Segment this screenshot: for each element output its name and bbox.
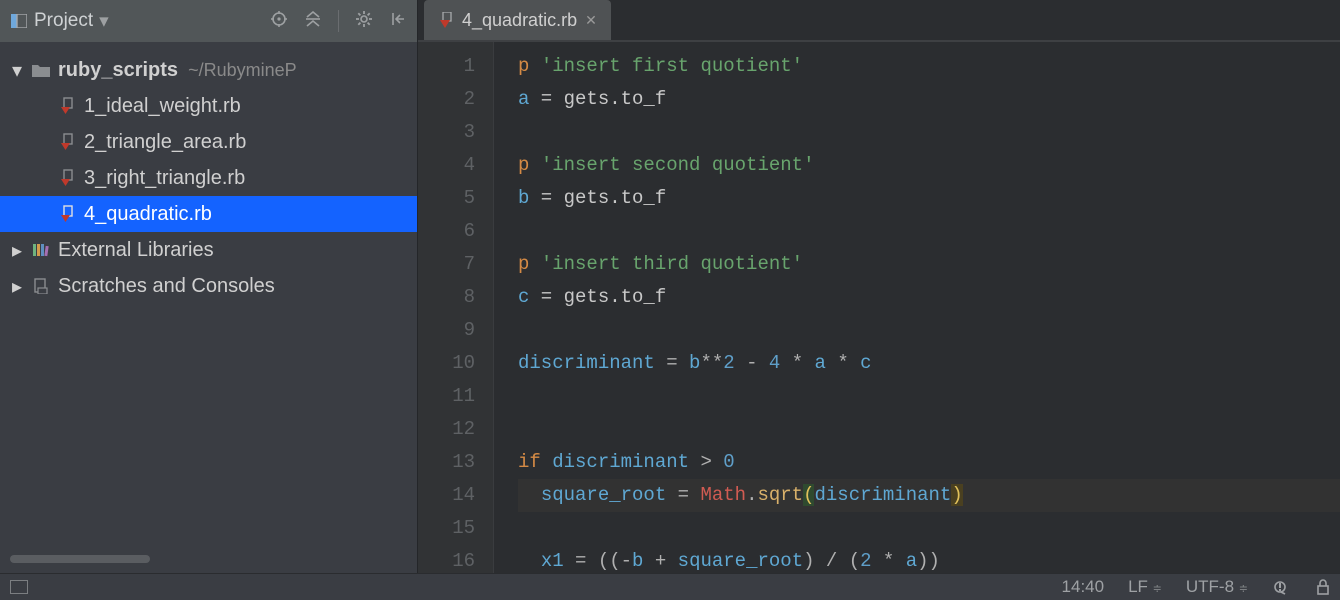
gear-icon[interactable] xyxy=(355,10,373,28)
tree-file-label: 1_ideal_weight.rb xyxy=(84,95,241,118)
close-icon[interactable]: ✕ xyxy=(585,12,597,29)
collapse-all-icon[interactable] xyxy=(304,10,322,28)
libraries-icon xyxy=(30,242,52,258)
tree-root-path: ~/RubymineP xyxy=(188,60,297,81)
chevron-down-icon: ▾ xyxy=(99,10,109,33)
code-line xyxy=(518,512,1340,545)
project-tool-icon xyxy=(10,12,28,30)
tools-divider xyxy=(338,10,339,32)
ruby-file-icon xyxy=(56,169,78,187)
code-line: a = gets.to_f xyxy=(518,83,1340,116)
chevron-right-icon: ▸ xyxy=(10,274,24,299)
project-panel-title: Project xyxy=(34,10,93,32)
tool-window-quick-access-icon[interactable] xyxy=(10,580,28,594)
line-number: 4 xyxy=(418,149,475,182)
code-line xyxy=(518,380,1340,413)
line-number: 9 xyxy=(418,314,475,347)
tree-root-label: ruby_scripts xyxy=(58,59,178,82)
code-line: if discriminant > 0 xyxy=(518,446,1340,479)
tree-file-label: 2_triangle_area.rb xyxy=(84,131,246,154)
status-bar: 14:40 LF ≑ UTF-8 ≑ xyxy=(0,573,1340,600)
project-panel: Project ▾ ▾ ruby_scripts ~/RubymineP xyxy=(0,0,418,573)
status-bar-right: 14:40 LF ≑ UTF-8 ≑ xyxy=(1062,577,1330,597)
folder-icon xyxy=(30,63,52,77)
tree-file-selected[interactable]: 4_quadratic.rb xyxy=(0,196,417,232)
code-line: b = gets.to_f xyxy=(518,182,1340,215)
code-line: c = gets.to_f xyxy=(518,281,1340,314)
line-number: 2 xyxy=(418,83,475,116)
project-view-selector[interactable]: Project ▾ xyxy=(10,10,109,33)
locate-icon[interactable] xyxy=(270,10,288,28)
chevron-right-icon: ▸ xyxy=(10,238,24,263)
code-line-current: square_root = Math.sqrt(discriminant) xyxy=(518,479,1340,512)
tree-file[interactable]: 2_triangle_area.rb xyxy=(0,124,417,160)
file-encoding[interactable]: UTF-8 ≑ xyxy=(1186,577,1248,597)
line-number: 11 xyxy=(418,380,475,413)
tree-file[interactable]: 1_ideal_weight.rb xyxy=(0,88,417,124)
line-number: 7 xyxy=(418,248,475,281)
ruby-file-icon xyxy=(56,97,78,115)
code-line xyxy=(518,413,1340,446)
editor-gutter[interactable]: 1 2 3 4 5 6 7 8 9 10 11 12 13 14 15 16 xyxy=(418,42,494,573)
ruby-file-icon xyxy=(56,205,78,223)
hide-panel-icon[interactable] xyxy=(389,10,407,28)
ruby-file-icon xyxy=(56,133,78,151)
tree-file-label: 4_quadratic.rb xyxy=(84,203,212,226)
horizontal-scrollbar[interactable] xyxy=(10,555,150,563)
line-number: 15 xyxy=(418,512,475,545)
code-line: p 'insert first quotient' xyxy=(518,50,1340,83)
tree-scratches[interactable]: ▸ Scratches and Consoles xyxy=(0,268,417,304)
line-number: 3 xyxy=(418,116,475,149)
code-line: p 'insert third quotient' xyxy=(518,248,1340,281)
editor-tab-active[interactable]: 4_quadratic.rb ✕ xyxy=(424,0,611,40)
code-line: discriminant = b**2 - 4 * a * c xyxy=(518,347,1340,380)
tree-scratches-label: Scratches and Consoles xyxy=(58,275,275,298)
line-number: 16 xyxy=(418,545,475,578)
read-only-lock-icon[interactable] xyxy=(1316,579,1330,595)
line-number: 5 xyxy=(418,182,475,215)
editor-code[interactable]: p 'insert first quotient' a = gets.to_f … xyxy=(494,42,1340,573)
ruby-file-icon xyxy=(438,12,454,28)
code-line xyxy=(518,116,1340,149)
main-row: Project ▾ ▾ ruby_scripts ~/RubymineP xyxy=(0,0,1340,573)
code-line xyxy=(518,314,1340,347)
chevron-down-icon: ▾ xyxy=(10,58,24,83)
code-line: x1 = ((-b + square_root) / (2 * a)) xyxy=(518,545,1340,573)
editor-tabbar: 4_quadratic.rb ✕ xyxy=(418,0,1340,42)
project-panel-tools xyxy=(270,10,407,32)
line-number: 14 xyxy=(418,479,475,512)
code-line: p 'insert second quotient' xyxy=(518,149,1340,182)
tree-external-libs[interactable]: ▸ External Libraries xyxy=(0,232,417,268)
caret-position[interactable]: 14:40 xyxy=(1062,577,1105,597)
line-number: 6 xyxy=(418,215,475,248)
line-number: 1 xyxy=(418,50,475,83)
editor-area: 4_quadratic.rb ✕ 1 2 3 4 5 6 7 8 9 10 11… xyxy=(418,0,1340,573)
line-number: 12 xyxy=(418,413,475,446)
tree-file[interactable]: 3_right_triangle.rb xyxy=(0,160,417,196)
tree-file-label: 3_right_triangle.rb xyxy=(84,167,245,190)
inspections-icon[interactable] xyxy=(1272,579,1292,595)
line-number: 13 xyxy=(418,446,475,479)
tree-root[interactable]: ▾ ruby_scripts ~/RubymineP xyxy=(0,52,417,88)
line-number: 10 xyxy=(418,347,475,380)
project-tree[interactable]: ▾ ruby_scripts ~/RubymineP 1_ideal_weigh… xyxy=(0,42,417,573)
project-panel-header: Project ▾ xyxy=(0,0,417,42)
editor-tab-label: 4_quadratic.rb xyxy=(462,10,577,31)
line-number: 8 xyxy=(418,281,475,314)
editor-body: 1 2 3 4 5 6 7 8 9 10 11 12 13 14 15 16 p… xyxy=(418,42,1340,573)
scratches-icon xyxy=(30,278,52,294)
code-line xyxy=(518,215,1340,248)
line-separator[interactable]: LF ≑ xyxy=(1128,577,1162,597)
tree-external-libs-label: External Libraries xyxy=(58,239,214,262)
